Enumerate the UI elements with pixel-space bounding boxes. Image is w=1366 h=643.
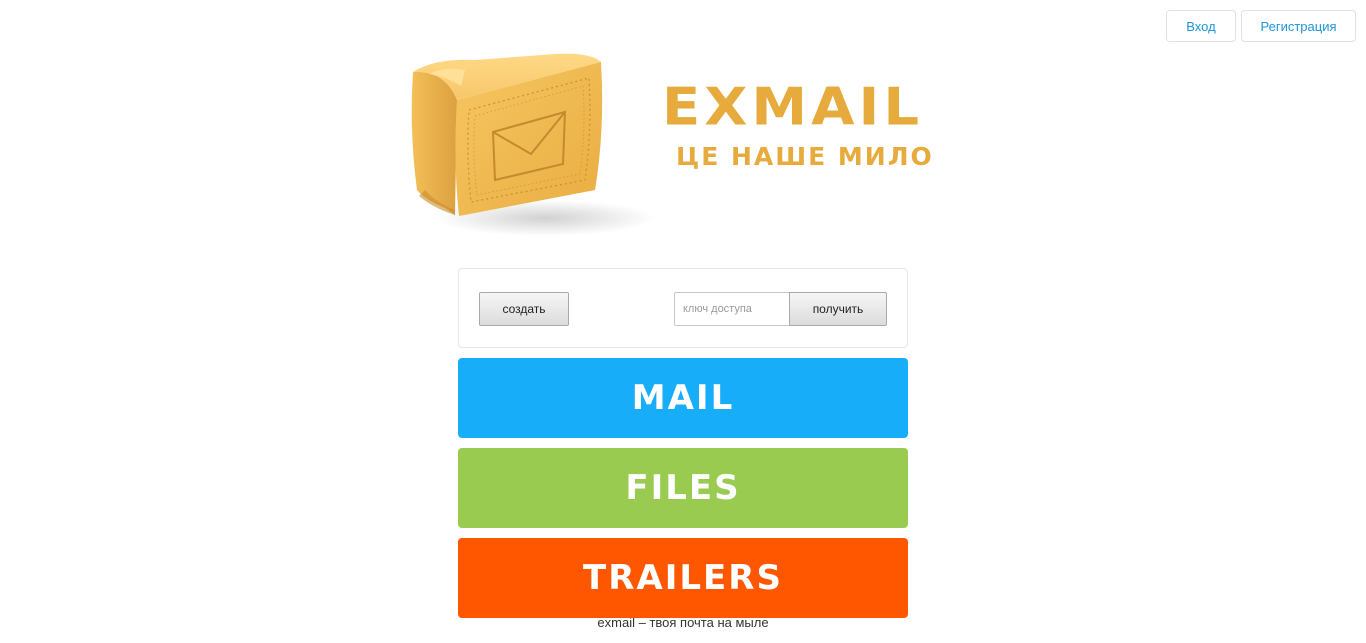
page: Вход Регистрация EXMAIL ЦЕ НАШЕ МИЛО соз… (0, 0, 1366, 643)
exmail-logo: EXMAIL (662, 77, 924, 138)
access-key-input[interactable] (674, 292, 790, 326)
register-button[interactable]: Регистрация (1241, 10, 1356, 42)
brand: EXMAIL ЦЕ НАШЕ МИЛО (662, 77, 954, 172)
brand-slogan: ЦЕ НАШЕ МИЛО (676, 142, 934, 171)
soap-envelope-icon (411, 53, 655, 236)
trailers-tile[interactable]: TRAILERS (458, 538, 908, 618)
access-panel: создать получить (458, 268, 908, 348)
files-tile[interactable]: FILES (458, 448, 908, 528)
login-button[interactable]: Вход (1166, 10, 1236, 42)
mail-tile[interactable]: MAIL (458, 358, 908, 438)
create-button[interactable]: создать (479, 292, 569, 326)
get-button[interactable]: получить (789, 292, 887, 326)
